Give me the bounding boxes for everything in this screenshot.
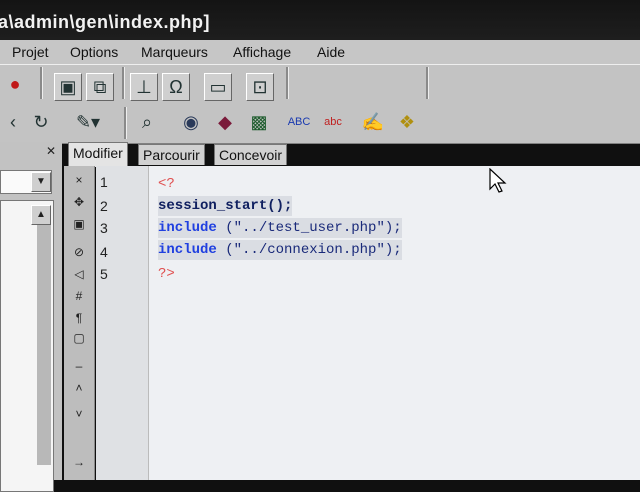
window-title-bar: a\admin\gen\index.php]	[0, 0, 640, 40]
left-panel: ✕ ▼ ▲	[0, 142, 62, 492]
menu-marqueurs[interactable]: Marqueurs	[141, 44, 208, 60]
image-icon[interactable]: ▩	[246, 109, 272, 135]
close-panel-button[interactable]: ✕	[44, 144, 58, 158]
undo-icon[interactable]: ‹	[0, 109, 26, 135]
toolbar-area: ● ▣ ⧉ ⊥ Ω ▭ ⊡ ‹ ↻ ✎▾ ⌕ ◉ ◆ ▩ ABC abc ✍ ❖	[0, 64, 640, 144]
scroll-up-icon[interactable]: ▲	[31, 205, 51, 225]
code-editor[interactable]: 1 2 3 4 5 <? session_start(); include ("..…	[96, 166, 640, 480]
code-line[interactable]: include ("../connexion.php");	[158, 240, 402, 260]
tab-modifier[interactable]: Modifier	[68, 142, 128, 167]
globe-icon[interactable]: ◉	[178, 109, 204, 135]
close-small-icon[interactable]: ×	[70, 172, 88, 188]
code-line[interactable]: ?>	[158, 264, 175, 284]
record-icon[interactable]: ●	[2, 71, 28, 97]
code-line[interactable]: <?	[158, 174, 175, 194]
code-token: ?>	[158, 266, 175, 282]
comment-icon[interactable]: ▢	[70, 330, 88, 346]
image-search-icon[interactable]: ⊡	[246, 73, 274, 101]
arrow-down-icon[interactable]: ˅	[70, 406, 88, 422]
spell-abc-icon[interactable]: abc	[320, 109, 346, 135]
gallery-icon[interactable]: ❖	[394, 109, 420, 135]
code-token: ("../connexion.php");	[216, 242, 402, 258]
insert-line-icon[interactable]: ⊥	[130, 73, 158, 101]
toolbar-separator	[122, 67, 125, 99]
move-icon[interactable]: ✥	[70, 194, 88, 210]
line-icon[interactable]: –	[70, 358, 88, 374]
line-number: 5	[100, 266, 108, 282]
chevron-down-icon[interactable]: ▼	[31, 172, 51, 192]
frame-icon[interactable]: ▣	[70, 216, 88, 232]
code-token: ();	[267, 198, 293, 214]
code-line[interactable]: include ("../test_user.php");	[158, 218, 402, 238]
code-token: session_start	[158, 198, 268, 214]
toolbar-separator	[426, 67, 429, 99]
window-icon[interactable]: ▣	[54, 73, 82, 101]
view-tabs: Modifier Parcourir Concevoir	[64, 142, 640, 167]
code-line[interactable]: session_start();	[158, 196, 293, 216]
speaker-icon[interactable]: ◁	[70, 266, 88, 282]
panel-combo[interactable]: ▼	[0, 170, 52, 194]
line-number: 2	[100, 198, 108, 214]
side-toolstrip: × ✥ ▣ ⊘ ◁ # ¶ ▢ – ˄ ˅ →	[64, 166, 95, 480]
menu-options[interactable]: Options	[70, 44, 118, 60]
component-icon[interactable]: ◆	[212, 109, 238, 135]
code-token: <?	[158, 176, 175, 192]
mouse-pointer-icon	[489, 168, 507, 193]
redo-icon[interactable]: ↻	[28, 109, 54, 135]
tab-parcourir[interactable]: Parcourir	[138, 144, 205, 165]
toolbar-separator	[286, 67, 289, 99]
unlink-icon[interactable]: ⊘	[70, 244, 88, 260]
monitor-icon[interactable]: ▭	[204, 73, 232, 101]
arrow-up-icon[interactable]: ˄	[70, 380, 88, 396]
tab-concevoir[interactable]: Concevoir	[214, 144, 288, 165]
menu-aide[interactable]: Aide	[317, 44, 345, 60]
menu-affichage[interactable]: Affichage	[233, 44, 291, 60]
omega-icon[interactable]: Ω	[162, 73, 190, 101]
line-number: 3	[100, 220, 108, 236]
code-token: include	[158, 242, 217, 258]
panel-scrollbar[interactable]	[37, 225, 51, 465]
brush-icon[interactable]: ✎▾	[66, 109, 110, 135]
menu-bar: Projet Options Marqueurs Affichage Aide	[0, 40, 640, 64]
line-number: 1	[100, 174, 108, 190]
toolbar-separator	[40, 67, 43, 99]
code-token: ("../test_user.php");	[216, 220, 402, 236]
edit-pen-icon[interactable]: ✍	[360, 109, 386, 135]
magnifier-icon[interactable]: ⌕	[134, 109, 160, 135]
window-title: a\admin\gen\index.php]	[0, 12, 211, 32]
hash-icon[interactable]: #	[70, 288, 88, 304]
toolbar-separator	[124, 107, 127, 139]
window-arrow-icon[interactable]: ⧉	[86, 73, 114, 101]
line-number: 4	[100, 244, 108, 260]
pilcrow-icon[interactable]: ¶	[70, 310, 88, 326]
menu-projet[interactable]: Projet	[12, 44, 49, 60]
close-icon: ✕	[45, 144, 57, 158]
spellcheck-icon[interactable]: ABC	[286, 109, 312, 135]
panel-list[interactable]: ▲	[0, 200, 54, 492]
code-token: include	[158, 220, 217, 236]
line-number-gutter: 1 2 3 4 5	[96, 166, 149, 480]
arrow-right-icon[interactable]: →	[70, 454, 88, 470]
